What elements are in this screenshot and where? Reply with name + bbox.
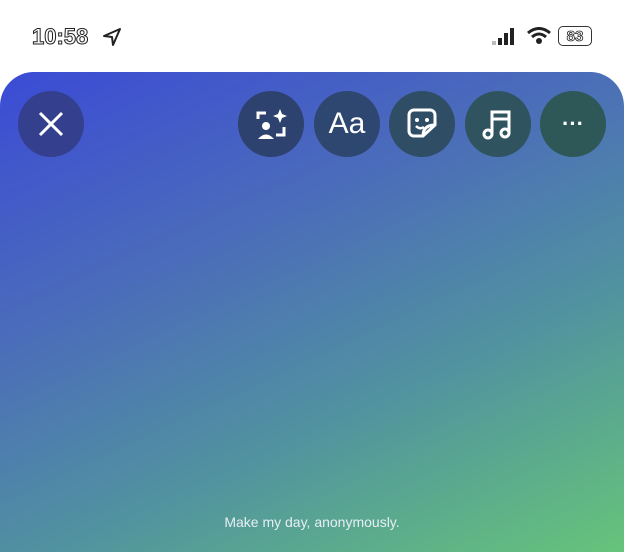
signal-icon (492, 28, 514, 45)
text-icon: Aa (328, 107, 366, 140)
wifi-icon (527, 27, 551, 44)
location-arrow-icon (103, 28, 121, 46)
caption-text: Make my day, anonymously. (224, 514, 400, 530)
close-button[interactable] (18, 91, 84, 157)
close-icon (38, 111, 64, 137)
more-button[interactable]: ··· (540, 91, 606, 157)
status-bar: 10:58 83 (0, 0, 624, 72)
more-icon: ··· (562, 111, 584, 136)
status-time: 10:58 (31, 24, 89, 50)
text-button[interactable]: Aa (314, 91, 380, 157)
music-icon (482, 110, 511, 140)
music-button[interactable] (465, 91, 531, 157)
ai-person-button[interactable] (238, 91, 304, 157)
story-canvas[interactable]: Aa ··· Make my day, anonymously. (0, 72, 624, 552)
sticker-button[interactable] (389, 91, 455, 157)
sticker-icon (407, 108, 437, 138)
person-sparkle-icon (256, 109, 287, 139)
battery-indicator: 83 (558, 26, 592, 46)
